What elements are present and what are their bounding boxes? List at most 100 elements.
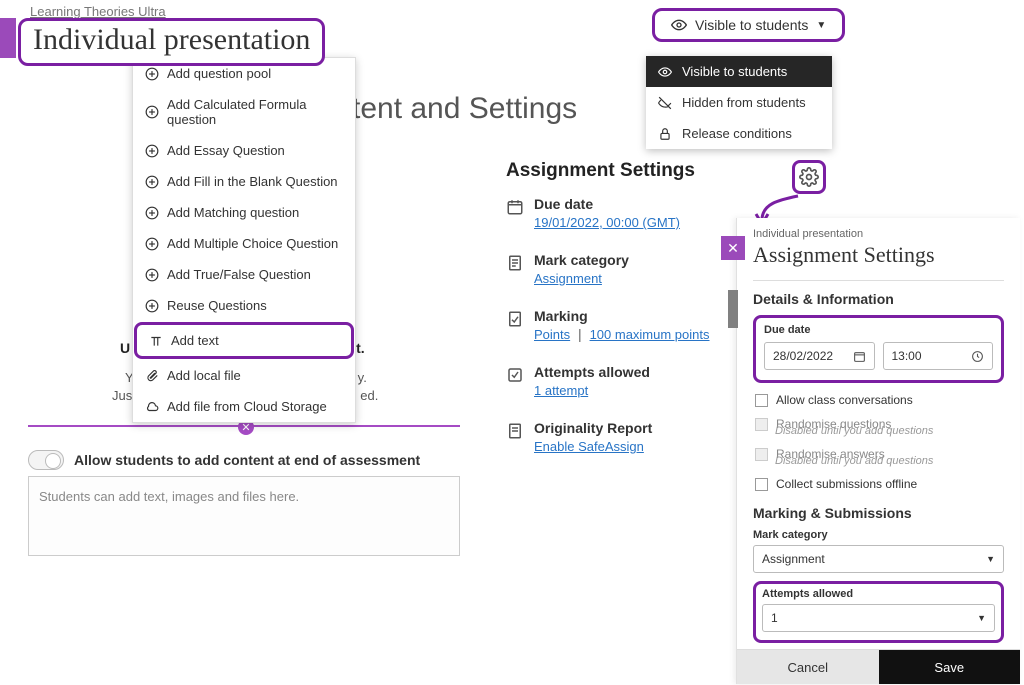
- menu-add-fill-blank[interactable]: Add Fill in the Blank Question: [133, 166, 355, 197]
- menu-label: Add local file: [167, 368, 241, 383]
- label: Originality Report: [534, 420, 652, 436]
- menu-label: Add question pool: [167, 66, 271, 81]
- plus-circle-icon: [145, 67, 159, 81]
- gear-icon: [799, 167, 819, 187]
- section-marking-heading: Marking & Submissions: [753, 505, 1004, 521]
- menu-label: Add Essay Question: [167, 143, 285, 158]
- due-date-value: 28/02/2022: [773, 349, 833, 363]
- label: Due date: [534, 196, 680, 212]
- menu-label: Reuse Questions: [167, 298, 267, 313]
- student-content-area[interactable]: Students can add text, images and files …: [28, 476, 460, 556]
- menu-label: Add Fill in the Blank Question: [167, 174, 338, 189]
- marking-max-link[interactable]: 100 maximum points: [590, 327, 710, 342]
- due-date-input[interactable]: 28/02/2022: [764, 342, 875, 370]
- option-disabled-note: Disabled until you add questions: [775, 455, 1004, 467]
- attempts-link[interactable]: 1 attempt: [534, 383, 588, 398]
- close-panel-button[interactable]: ✕: [721, 236, 745, 260]
- caret-down-icon: ▼: [986, 554, 995, 564]
- assignment-settings-summary: Assignment Settings Due date 19/01/2022,…: [506, 160, 736, 476]
- eye-icon: [671, 17, 687, 33]
- due-date-label: Due date: [764, 324, 993, 336]
- label: Mark category: [534, 252, 629, 268]
- visibility-label: Visible to students: [695, 17, 808, 33]
- menu-add-cloud-file[interactable]: Add file from Cloud Storage: [133, 391, 355, 422]
- option-label: Visible to students: [682, 64, 787, 79]
- select-value: 1: [771, 611, 778, 625]
- grade-icon: [506, 310, 524, 328]
- mark-category-select[interactable]: Assignment ▼: [753, 545, 1004, 573]
- checkbox[interactable]: [755, 394, 768, 407]
- menu-add-essay[interactable]: Add Essay Question: [133, 135, 355, 166]
- mark-category-label: Mark category: [753, 529, 1004, 541]
- cloud-icon: [145, 400, 159, 414]
- option-label: Collect submissions offline: [776, 477, 917, 491]
- safeassign-link[interactable]: Enable SafeAssign: [534, 439, 644, 454]
- menu-label: Add text: [171, 333, 219, 348]
- option-label: Release conditions: [682, 126, 792, 141]
- option-label: Hidden from students: [682, 95, 806, 110]
- settings-gear-button[interactable]: [792, 160, 826, 194]
- attempts-label: Attempts allowed: [762, 588, 995, 600]
- clock-icon: [971, 350, 984, 363]
- setting-marking: Marking Points | 100 maximum points: [506, 308, 736, 342]
- visibility-dropdown[interactable]: Visible to students ▼: [652, 8, 845, 42]
- menu-label: Add Calculated Formula question: [167, 97, 343, 127]
- document-icon: [506, 254, 524, 272]
- caret-down-icon: ▼: [977, 613, 986, 623]
- visibility-option-release[interactable]: Release conditions: [646, 118, 832, 149]
- due-time-input[interactable]: 13:00: [883, 342, 994, 370]
- setting-due-date: Due date 19/01/2022, 00:00 (GMT): [506, 196, 736, 230]
- marking-points-link[interactable]: Points: [534, 327, 570, 342]
- plus-circle-icon: [145, 175, 159, 189]
- settings-heading: Assignment Settings: [506, 160, 736, 182]
- visibility-option-hidden[interactable]: Hidden from students: [646, 87, 832, 118]
- menu-add-calculated[interactable]: Add Calculated Formula question: [133, 89, 355, 135]
- menu-label: Add Matching question: [167, 205, 299, 220]
- plus-circle-icon: [145, 105, 159, 119]
- add-content-menu: Add question pool Add Calculated Formula…: [132, 57, 356, 423]
- page-title: Individual presentation: [18, 18, 325, 66]
- plus-circle-icon: [145, 268, 159, 282]
- panel-title: Assignment Settings: [753, 242, 1004, 268]
- menu-label: Add file from Cloud Storage: [167, 399, 327, 414]
- option-allow-conversations[interactable]: Allow class conversations: [755, 393, 1004, 407]
- attempts-select[interactable]: 1 ▼: [762, 604, 995, 632]
- eye-icon: [658, 65, 672, 79]
- eye-off-icon: [658, 96, 672, 110]
- cancel-button[interactable]: Cancel: [737, 650, 879, 684]
- calendar-icon: [853, 350, 866, 363]
- panel-breadcrumb: Individual presentation: [753, 228, 1004, 240]
- visibility-option-visible[interactable]: Visible to students: [646, 56, 832, 87]
- plus-circle-icon: [145, 237, 159, 251]
- plus-circle-icon: [145, 299, 159, 313]
- menu-add-true-false[interactable]: Add True/False Question: [133, 259, 355, 290]
- paperclip-icon: [145, 369, 159, 383]
- section-details-heading: Details & Information: [753, 291, 1004, 307]
- setting-originality: Originality Report Enable SafeAssign: [506, 420, 736, 454]
- menu-add-multiple-choice[interactable]: Add Multiple Choice Question: [133, 228, 355, 259]
- visibility-menu: Visible to students Hidden from students…: [646, 56, 832, 149]
- due-date-group: Due date 28/02/2022 13:00: [753, 315, 1004, 383]
- menu-label: Add Multiple Choice Question: [167, 236, 338, 251]
- toggle-switch[interactable]: [28, 450, 64, 470]
- plus-circle-icon: [145, 144, 159, 158]
- breadcrumb[interactable]: Learning Theories Ultra: [30, 4, 166, 19]
- option-collect-offline[interactable]: Collect submissions offline: [755, 477, 1004, 491]
- attempts-group: Attempts allowed 1 ▼: [753, 581, 1004, 643]
- menu-add-local-file[interactable]: Add local file: [133, 360, 355, 391]
- menu-add-matching[interactable]: Add Matching question: [133, 197, 355, 228]
- due-date-link[interactable]: 19/01/2022, 00:00 (GMT): [534, 215, 680, 230]
- mark-category-link[interactable]: Assignment: [534, 271, 602, 286]
- save-button[interactable]: Save: [879, 650, 1021, 684]
- option-disabled-note: Disabled until you add questions: [775, 425, 1004, 437]
- toggle-allow-add-content[interactable]: Allow students to add content at end of …: [28, 450, 420, 470]
- menu-add-text[interactable]: Add text: [134, 322, 354, 359]
- due-time-value: 13:00: [892, 349, 922, 363]
- select-value: Assignment: [762, 552, 825, 566]
- checkbox[interactable]: [755, 478, 768, 491]
- caret-down-icon: ▼: [816, 20, 826, 31]
- report-icon: [506, 422, 524, 440]
- menu-reuse-questions[interactable]: Reuse Questions: [133, 290, 355, 321]
- label: Attempts allowed: [534, 364, 650, 380]
- text-icon: [149, 334, 163, 348]
